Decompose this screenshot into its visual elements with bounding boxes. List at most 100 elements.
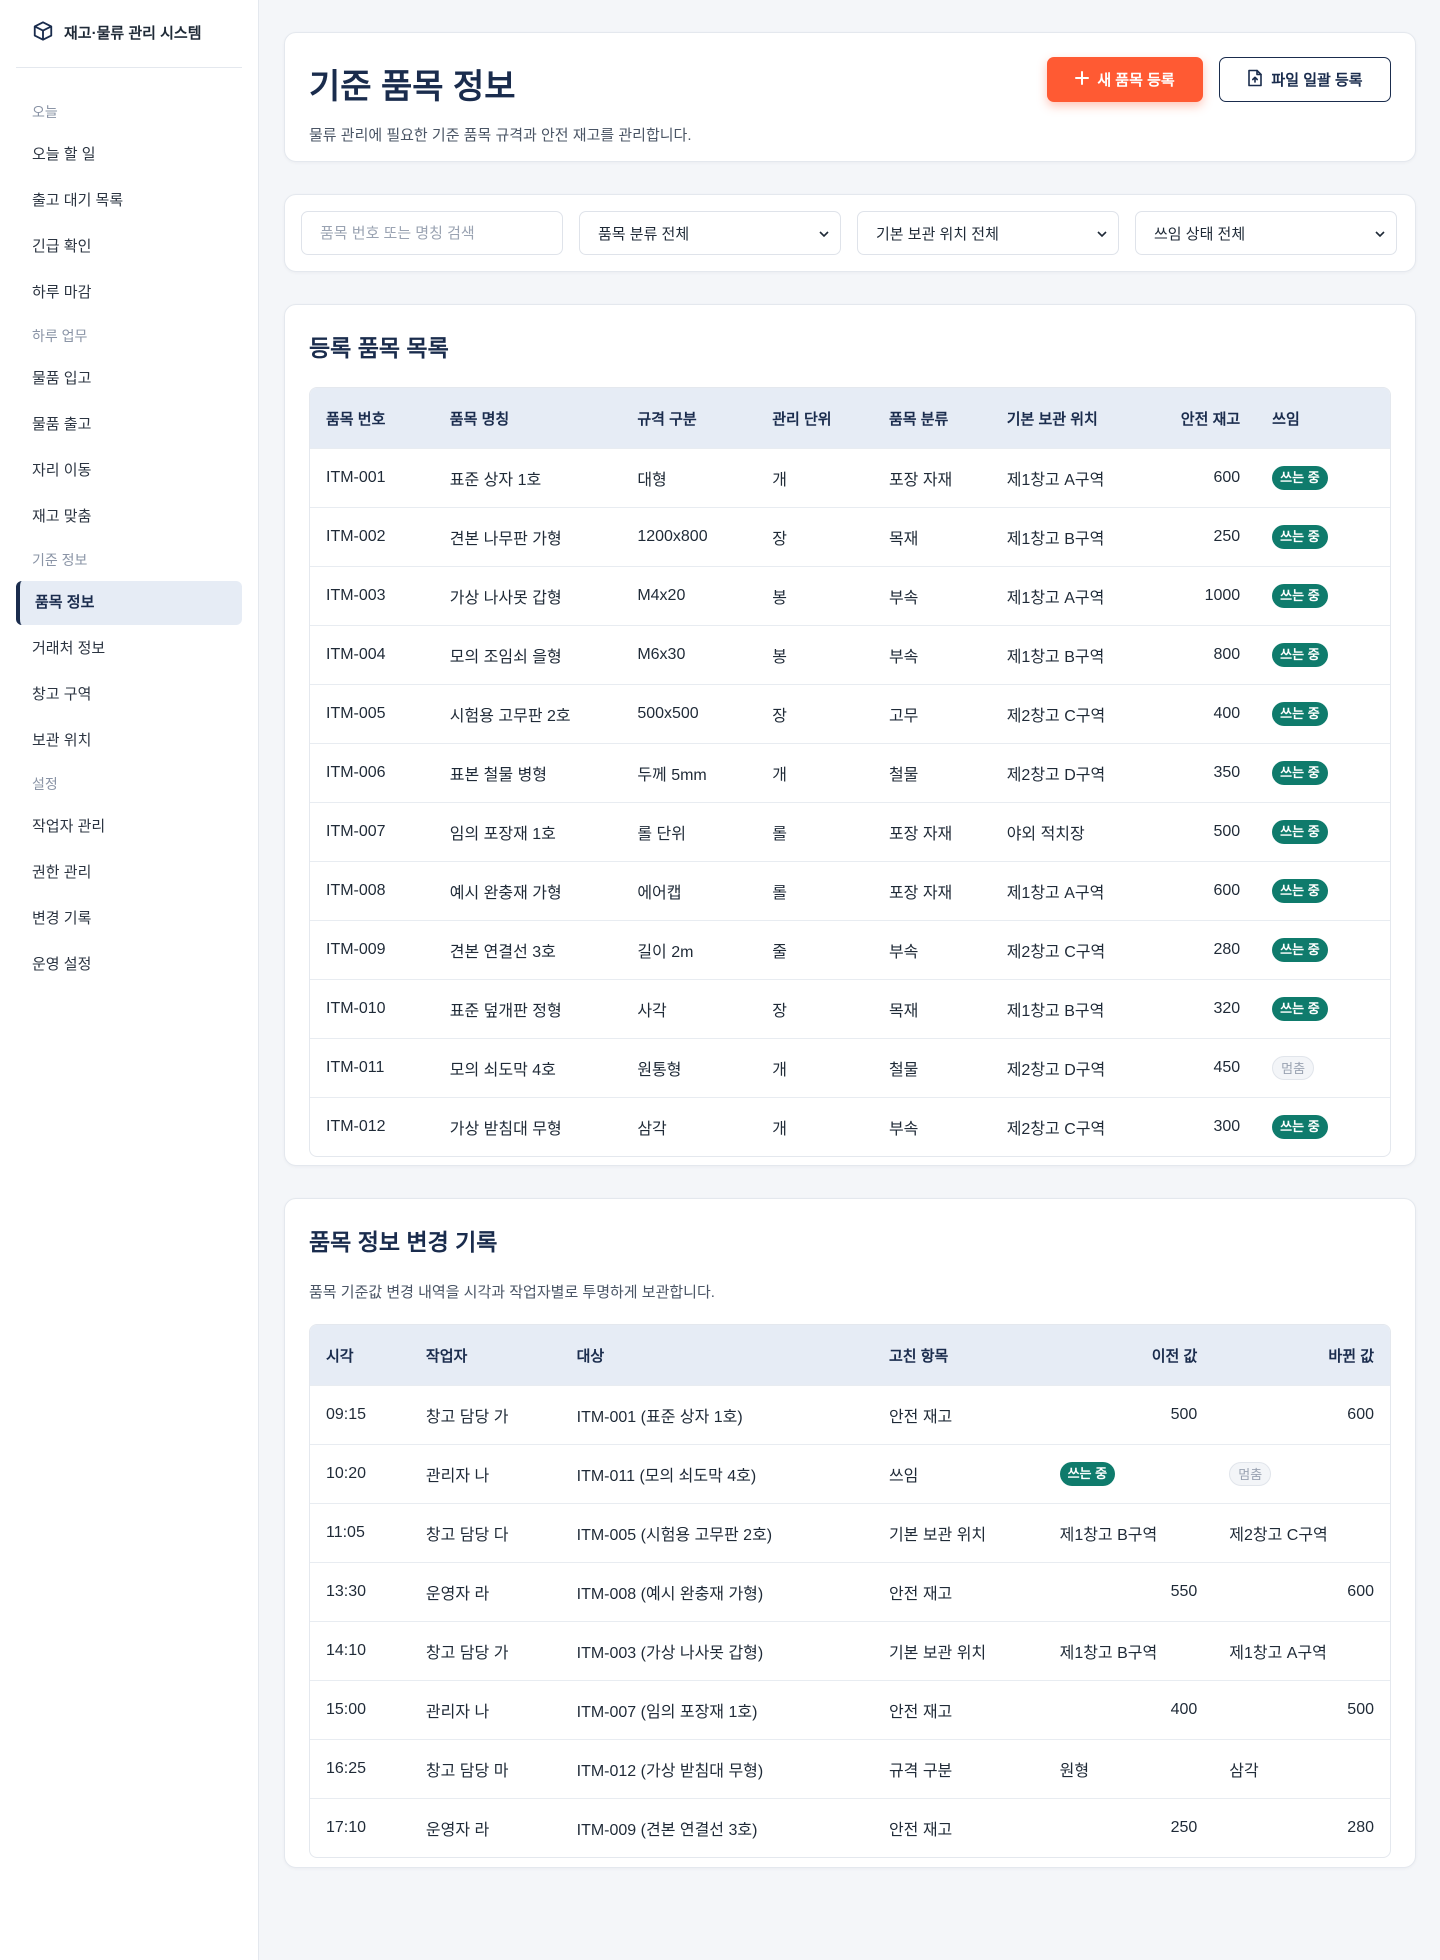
column-header[interactable]: 고친 항목 — [872, 1325, 1044, 1385]
sidebar-item[interactable]: 보관 위치 — [16, 718, 242, 764]
table-cell: ITM-011 (모의 쇠도막 4호) — [560, 1444, 873, 1503]
search-input[interactable] — [320, 224, 546, 242]
table-cell: 부속 — [872, 1097, 991, 1156]
status-select[interactable]: 쓰임 상태 전체 — [1135, 211, 1397, 255]
table-cell: 제1창고 B구역 — [990, 507, 1141, 566]
sidebar-item[interactable]: 자리 이동 — [16, 448, 242, 494]
column-header[interactable]: 대상 — [560, 1325, 873, 1385]
table-row[interactable]: 09:15 창고 담당 가 ITM-001 (표준 상자 1호) 안전 재고 500 60… — [310, 1385, 1390, 1444]
table-cell: 롤 — [756, 802, 873, 861]
category-select[interactable]: 품목 분류 전체 — [579, 211, 841, 255]
table-row[interactable]: ITM-006 표본 철물 병형 두께 5mm 개 철물 제2창고 D구역 350 쓰는 중 — [310, 743, 1390, 802]
table-row[interactable]: 14:10 창고 담당 가 ITM-003 (가상 나사못 갑형) 기본 보관 위치 제… — [310, 1621, 1390, 1680]
sidebar-item[interactable]: 거래처 정보 — [16, 626, 242, 672]
sidebar-item[interactable]: 품목 정보 — [16, 581, 242, 625]
table-row[interactable]: ITM-012 가상 받침대 무형 삼각 개 부속 제2창고 C구역 300 쓰는 중 — [310, 1097, 1390, 1156]
table-row[interactable]: ITM-002 견본 나무판 가형 1200x800 장 목재 제1창고 B구역 250 쓰는… — [310, 507, 1390, 566]
table-cell: 400 — [1140, 684, 1257, 743]
sidebar: 재고·물류 관리 시스템 오늘 오늘 할 일 출고 대기 목록 긴급 확인 하루 마감 하… — [0, 0, 259, 1960]
category-select-value: 품목 분류 전체 — [598, 225, 690, 243]
table-cell: 표준 덮개판 정형 — [433, 979, 622, 1038]
table-cell: 예시 완충재 가형 — [433, 861, 622, 920]
brand[interactable]: 재고·물류 관리 시스템 — [16, 0, 242, 68]
table-row[interactable]: ITM-007 임의 포장재 1호 롤 단위 롤 포장 자재 야외 적치장 500 쓰는 중 — [310, 802, 1390, 861]
sidebar-item[interactable]: 오늘 할 일 — [16, 132, 242, 178]
change-log-title: 품목 정보 변경 기록 — [309, 1229, 498, 1255]
column-header[interactable]: 바뀐 값 — [1213, 1325, 1390, 1385]
table-cell: 임의 포장재 1호 — [433, 802, 622, 861]
table-cell: 제1창고 A구역 — [1213, 1621, 1390, 1680]
sidebar-item[interactable]: 권한 관리 — [16, 850, 242, 896]
table-cell: ITM-011 — [310, 1038, 434, 1097]
table-cell: 포장 자재 — [872, 861, 991, 920]
column-header[interactable]: 작업자 — [409, 1325, 561, 1385]
sidebar-item[interactable]: 긴급 확인 — [16, 224, 242, 270]
sidebar-item[interactable]: 하루 마감 — [16, 270, 242, 316]
table-row[interactable]: ITM-001 표준 상자 1호 대형 개 포장 자재 제1창고 A구역 600 쓰는 중 — [310, 448, 1390, 507]
table-row[interactable]: 15:00 관리자 나 ITM-007 (임의 포장재 1호) 안전 재고 400 500 — [310, 1680, 1390, 1739]
table-row[interactable]: ITM-008 예시 완충재 가형 에어캡 롤 포장 자재 제1창고 A구역 600 쓰는 중 — [310, 861, 1390, 920]
column-header[interactable]: 규격 구분 — [621, 388, 757, 448]
item-table: 품목 번호 품목 명칭 규격 구분 관리 단위 품목 분류 기본 보관 위치 안전 재고 쓰임… — [310, 388, 1390, 1156]
column-header[interactable]: 품목 분류 — [872, 388, 991, 448]
table-cell: 제1창고 A구역 — [990, 448, 1141, 507]
table-cell: 300 — [1140, 1097, 1257, 1156]
table-cell: 대형 — [621, 448, 757, 507]
table-row[interactable]: ITM-010 표준 덮개판 정형 사각 장 목재 제1창고 B구역 320 쓰는 중 — [310, 979, 1390, 1038]
sidebar-item[interactable]: 물품 입고 — [16, 356, 242, 402]
column-header[interactable]: 품목 명칭 — [433, 388, 622, 448]
table-cell: 제1창고 A구역 — [990, 861, 1141, 920]
table-cell: 280 — [1140, 920, 1257, 979]
sidebar-item[interactable]: 출고 대기 목록 — [16, 178, 242, 224]
table-row[interactable]: 13:30 운영자 라 ITM-008 (예시 완충재 가형) 안전 재고 550 600 — [310, 1562, 1390, 1621]
table-cell: 쓰는 중 — [1043, 1444, 1214, 1503]
column-header[interactable]: 기본 보관 위치 — [990, 388, 1141, 448]
table-row[interactable]: 16:25 창고 담당 마 ITM-012 (가상 받침대 무형) 규격 구분 원형 삼각 — [310, 1739, 1390, 1798]
table-row[interactable]: ITM-005 시험용 고무판 2호 500x500 장 고무 제2창고 C구역 400 쓰는… — [310, 684, 1390, 743]
table-cell: 견본 나무판 가형 — [433, 507, 622, 566]
sidebar-item[interactable]: 물품 출고 — [16, 402, 242, 448]
table-cell: 쓰는 중 — [1256, 802, 1390, 861]
sidebar-item[interactable]: 운영 설정 — [16, 942, 242, 988]
table-row[interactable]: ITM-011 모의 쇠도막 4호 원통형 개 철물 제2창고 D구역 450 멈춤 — [310, 1038, 1390, 1097]
chevron-down-icon — [1374, 227, 1386, 239]
column-header[interactable]: 이전 값 — [1043, 1325, 1214, 1385]
table-cell: 500 — [1213, 1680, 1390, 1739]
sidebar-item[interactable]: 재고 맞춤 — [16, 494, 242, 540]
table-cell: 표준 상자 1호 — [433, 448, 622, 507]
item-table-wrapper: 품목 번호 품목 명칭 규격 구분 관리 단위 품목 분류 기본 보관 위치 안전 재고 쓰임… — [309, 387, 1391, 1157]
column-header[interactable]: 품목 번호 — [310, 388, 434, 448]
column-header[interactable]: 시각 — [310, 1325, 410, 1385]
table-cell: 두께 5mm — [621, 743, 757, 802]
table-cell: 350 — [1140, 743, 1257, 802]
table-row[interactable]: ITM-004 모의 조임쇠 을형 M6x30 봉 부속 제1창고 B구역 800 쓰는 중 — [310, 625, 1390, 684]
location-select[interactable]: 기본 보관 위치 전체 — [857, 211, 1119, 255]
table-cell: 500x500 — [621, 684, 757, 743]
column-header[interactable]: 안전 재고 — [1140, 388, 1257, 448]
column-header[interactable]: 관리 단위 — [756, 388, 873, 448]
column-header[interactable]: 쓰임 — [1256, 388, 1390, 448]
main-content: 기준 품목 정보 물류 관리에 필요한 기준 품목 규격과 안전 재고를 관리합… — [284, 32, 1416, 1868]
table-row[interactable]: 17:10 운영자 라 ITM-009 (견본 연결선 3호) 안전 재고 250 280 — [310, 1798, 1390, 1857]
table-cell: 17:10 — [310, 1798, 410, 1857]
status-badge: 멈춤 — [1229, 1462, 1272, 1486]
table-cell: 운영자 라 — [409, 1798, 561, 1857]
new-item-button[interactable]: 새 품목 등록 — [1047, 57, 1203, 102]
table-row[interactable]: 11:05 창고 담당 다 ITM-005 (시험용 고무판 2호) 기본 보관 위치… — [310, 1503, 1390, 1562]
table-cell: 안전 재고 — [872, 1385, 1044, 1444]
search-field[interactable] — [301, 211, 563, 255]
status-badge: 쓰는 중 — [1272, 584, 1328, 608]
status-badge: 쓰는 중 — [1059, 1462, 1116, 1486]
table-cell: ITM-008 — [310, 861, 434, 920]
change-log-description: 품목 기준값 변경 내역을 시각과 작업자별로 투명하게 보관합니다. — [309, 1284, 715, 1301]
sidebar-item[interactable]: 창고 구역 — [16, 672, 242, 718]
table-row[interactable]: ITM-003 가상 나사못 갑형 M4x20 봉 부속 제1창고 A구역 1000 쓰는 중 — [310, 566, 1390, 625]
sidebar-item[interactable]: 작업자 관리 — [16, 804, 242, 850]
table-row[interactable]: ITM-009 견본 연결선 3호 길이 2m 줄 부속 제2창고 C구역 280 쓰는 중 — [310, 920, 1390, 979]
sidebar-item[interactable]: 변경 기록 — [16, 896, 242, 942]
status-badge: 쓰는 중 — [1272, 997, 1328, 1021]
table-cell: 개 — [756, 1038, 873, 1097]
table-row[interactable]: 10:20 관리자 나 ITM-011 (모의 쇠도막 4호) 쓰임 쓰는 중 멈춤 — [310, 1444, 1390, 1503]
table-cell: 장 — [756, 507, 873, 566]
bulk-upload-button[interactable]: 파일 일괄 등록 — [1219, 57, 1391, 102]
